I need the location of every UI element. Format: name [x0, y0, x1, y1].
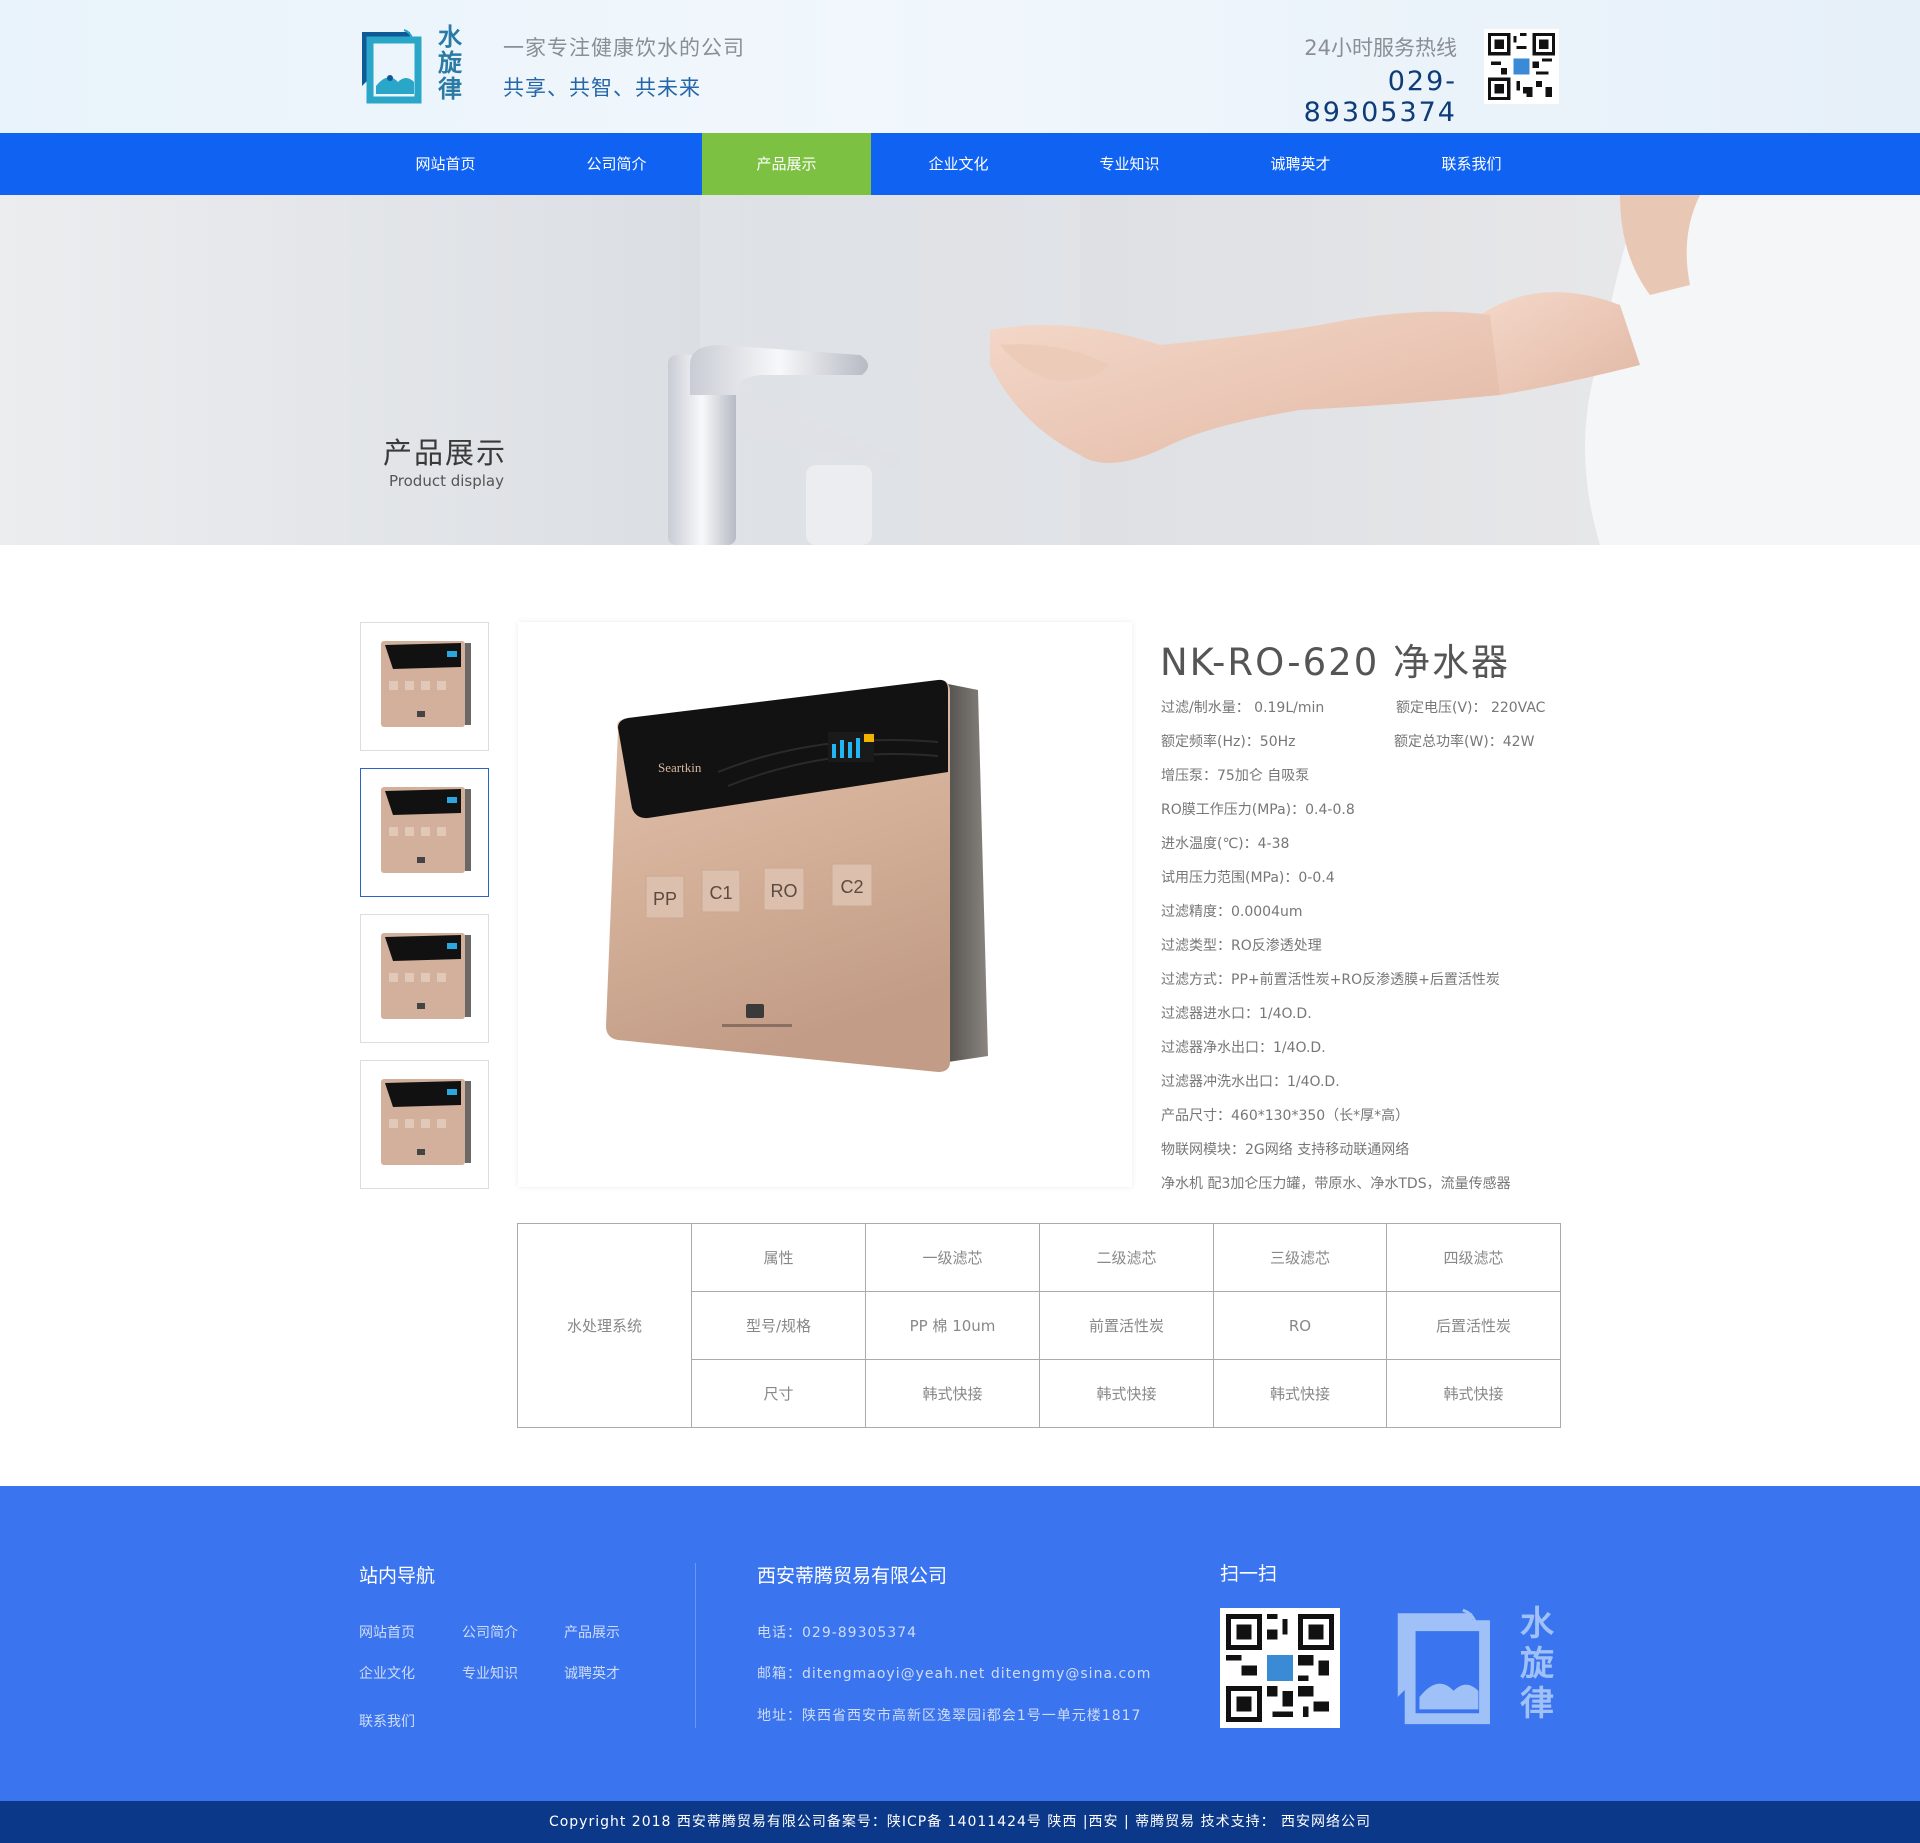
footer-qr-code-icon: [1220, 1608, 1340, 1728]
panel-label-ro: RO: [771, 881, 798, 901]
table-cell: 尺寸: [691, 1359, 866, 1428]
product-thumbnail[interactable]: [360, 622, 489, 751]
spec-ro-pressure: RO膜工作压力(MPa)：0.4-0.8: [1161, 802, 1355, 818]
spec-inlet: 过滤器进水口：1/4O.D.: [1161, 1006, 1312, 1022]
logo-icon: [362, 29, 422, 104]
table-cell: 一级滤芯: [865, 1223, 1040, 1292]
footer-nav-title: 站内导航: [359, 1565, 436, 1587]
footer-link-home[interactable]: 网站首页: [359, 1622, 415, 1642]
table-row-header: 水处理系统: [517, 1223, 692, 1428]
nav-item-home[interactable]: 网站首页: [360, 133, 531, 195]
purifier-thumb-icon: [381, 1079, 471, 1165]
footer-link-knowledge[interactable]: 专业知识: [462, 1663, 518, 1683]
banner: 产品展示 Product display: [0, 195, 1920, 545]
table-cell: 型号/规格: [691, 1291, 866, 1360]
product-thumbnail[interactable]: [360, 914, 489, 1043]
spec-pump: 增压泵：75加仑 自吸泵: [1161, 768, 1310, 784]
banner-image: [0, 195, 1920, 545]
footer-link-contact[interactable]: 联系我们: [359, 1711, 415, 1731]
footer-phone: 电话：029-89305374: [757, 1625, 918, 1641]
purifier-thumb-icon: [381, 787, 471, 873]
nav-item-culture[interactable]: 企业文化: [873, 133, 1044, 195]
product-thumbnail-selected[interactable]: [360, 768, 489, 897]
nav-item-contact[interactable]: 联系我们: [1386, 133, 1557, 195]
footer-logo-icon: [1397, 1608, 1490, 1725]
table-row: 水处理系统 属性 一级滤芯 二级滤芯 三级滤芯 四级滤芯: [517, 1223, 1561, 1428]
footer-link-culture[interactable]: 企业文化: [359, 1663, 415, 1683]
main-nav: 网站首页 公司简介 产品展示 企业文化 专业知识 诚聘英才 联系我们: [0, 133, 1920, 195]
footer-logo: 水旋律: [1390, 1604, 1560, 1728]
table-cell: RO: [1213, 1291, 1387, 1360]
hotline-number: 029-89305374: [1303, 66, 1457, 128]
footer-company-name: 西安蒂腾贸易有限公司: [757, 1565, 948, 1587]
spec-power: 额定总功率(W)：42W: [1394, 734, 1535, 750]
hotline-label: 24小时服务热线: [1304, 36, 1457, 60]
filter-spec-table: 水处理系统 属性 一级滤芯 二级滤芯 三级滤芯 四级滤芯 型号/规格 PP 棉 …: [517, 1223, 1561, 1428]
table-cell: 三级滤芯: [1213, 1223, 1387, 1292]
panel-label-c2: C2: [840, 877, 863, 897]
panel-label-c1: C1: [709, 883, 732, 903]
spec-outlet: 过滤器净水出口：1/4O.D.: [1161, 1040, 1326, 1056]
footer-logo-text: 水旋律: [1520, 1604, 1554, 1724]
spec-precision: 过滤精度：0.0004um: [1161, 904, 1303, 920]
footer-scan-title: 扫一扫: [1220, 1563, 1278, 1585]
header: 水旋律 一家专注健康饮水的公司 共享、共智、共未来 24小时服务热线 029-8…: [0, 0, 1920, 133]
footer-email: 邮箱：ditengmaoyi@yeah.net ditengmy@sina.co…: [757, 1666, 1152, 1682]
product-title: NK-RO-620 净水器: [1160, 641, 1511, 684]
slogan-line-1: 一家专注健康饮水的公司: [503, 36, 745, 60]
banner-subtitle: Product display: [389, 472, 504, 490]
table-cell: 韩式快接: [865, 1359, 1040, 1428]
table-cell: 韩式快接: [1213, 1359, 1387, 1428]
footer-address: 地址：陕西省西安市高新区逸翠园i都会1号一单元楼1817: [757, 1708, 1142, 1724]
spec-tank: 净水机 配3加仑压力罐，带原水、净水TDS，流量传感器: [1161, 1176, 1511, 1192]
spec-frequency: 额定频率(Hz)：50Hz: [1161, 734, 1296, 750]
spec-filter-method: 过滤方式：PP+前置活性炭+RO反渗透膜+后置活性炭: [1161, 972, 1500, 988]
table-cell: 后置活性炭: [1386, 1291, 1561, 1360]
purifier-thumb-icon: [381, 933, 471, 1019]
table-cell: 韩式快接: [1386, 1359, 1561, 1428]
spec-voltage: 额定电压(V)： 220VAC: [1396, 700, 1546, 716]
qr-code-icon: [1484, 29, 1559, 104]
table-cell: 二级滤芯: [1039, 1223, 1214, 1292]
spec-flush-outlet: 过滤器冲洗水出口：1/4O.D.: [1161, 1074, 1340, 1090]
panel-label-pp: PP: [653, 889, 677, 909]
logo[interactable]: 水旋律: [358, 24, 474, 106]
purifier-thumb-icon: [381, 641, 471, 727]
product-thumbnail[interactable]: [360, 1060, 489, 1189]
table-cell: 属性: [691, 1223, 866, 1292]
spec-dimensions: 产品尺寸：460*130*350（长*厚*高）: [1161, 1108, 1410, 1124]
footer: [0, 1486, 1920, 1801]
table-cell: 四级滤芯: [1386, 1223, 1561, 1292]
table-cell: 前置活性炭: [1039, 1291, 1214, 1360]
water-purifier-image: Seartkin PP C1 RO C2: [606, 679, 988, 1072]
logo-text: 水旋律: [438, 23, 462, 103]
slogan-line-2: 共享、共智、共未来: [503, 76, 701, 100]
product-main-image: Seartkin PP C1 RO C2: [518, 622, 1132, 1187]
spec-iot: 物联网模块：2G网络 支持移动联通网络: [1161, 1142, 1410, 1158]
table-cell: 韩式快接: [1039, 1359, 1214, 1428]
svg-text:Seartkin: Seartkin: [658, 760, 702, 775]
copyright-bar: Copyright 2018 西安蒂腾贸易有限公司备案号：陕ICP备 14011…: [0, 1801, 1920, 1843]
footer-divider: [695, 1563, 696, 1728]
spec-pressure-range: 试用压力范围(MPa)：0-0.4: [1161, 870, 1335, 886]
nav-item-knowledge[interactable]: 专业知识: [1044, 133, 1215, 195]
spec-water-temp: 进水温度(℃)：4-38: [1161, 836, 1290, 852]
spec-filter-type: 过滤类型：RO反渗透处理: [1161, 938, 1322, 954]
footer-link-careers[interactable]: 诚聘英才: [564, 1663, 620, 1683]
table-cell: PP 棉 10um: [865, 1291, 1040, 1360]
banner-title: 产品展示: [383, 436, 508, 470]
nav-item-products[interactable]: 产品展示: [702, 133, 871, 195]
spec-flow-rate: 过滤/制水量： 0.19L/min: [1161, 700, 1325, 716]
nav-item-careers[interactable]: 诚聘英才: [1215, 133, 1386, 195]
nav-item-about[interactable]: 公司简介: [531, 133, 702, 195]
footer-link-about[interactable]: 公司简介: [462, 1622, 518, 1642]
footer-link-products[interactable]: 产品展示: [564, 1622, 620, 1642]
